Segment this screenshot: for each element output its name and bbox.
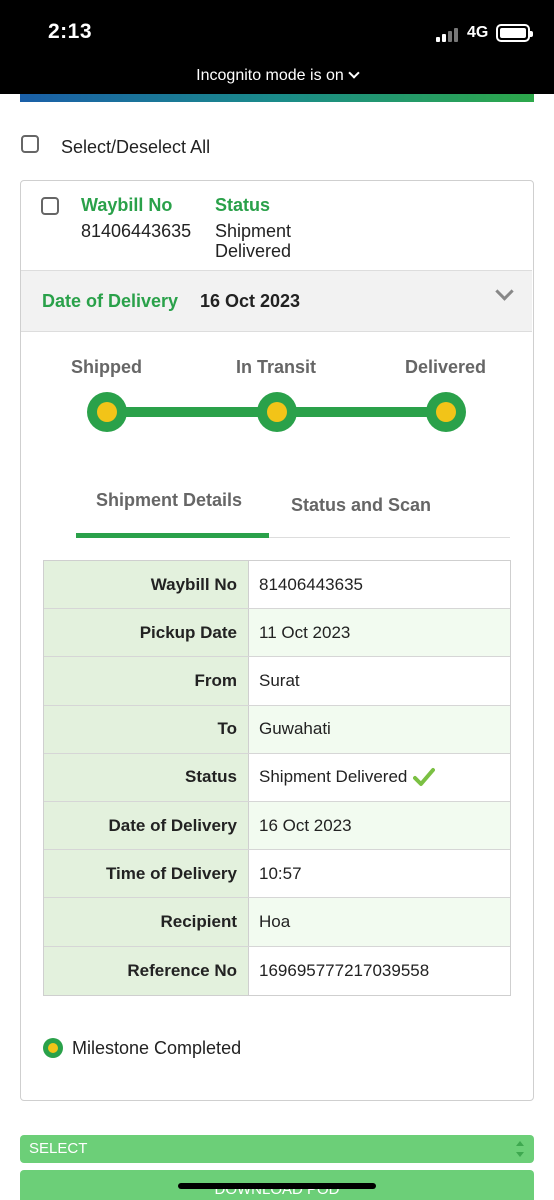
row-key: Time of Delivery: [44, 850, 249, 898]
chevron-down-icon: [348, 67, 360, 79]
header-stripe: [20, 94, 534, 102]
table-row: Time of Delivery 10:57: [44, 850, 510, 899]
row-value: 11 Oct 2023: [249, 609, 510, 657]
delivery-date-label: Date of Delivery: [42, 291, 179, 311]
step-in-transit-label: In Transit: [236, 357, 317, 377]
milestone-dot-shipped: [87, 392, 127, 432]
row-key: To: [44, 705, 249, 753]
clock: 2:13: [48, 20, 93, 43]
home-indicator[interactable]: [178, 1183, 376, 1189]
signal-icon: [436, 26, 462, 42]
row-key: Status: [44, 753, 249, 801]
table-row: Status Shipment Delivered: [44, 753, 510, 802]
table-row: To Guwahati: [44, 705, 510, 754]
status-label: Status: [215, 195, 271, 215]
status-value: Shipment Delivered: [215, 221, 292, 261]
tab-shipment-details[interactable]: Shipment Details: [96, 490, 242, 511]
table-row: Reference No 169695777217039558: [44, 946, 510, 995]
row-value: 169695777217039558: [249, 946, 510, 995]
row-value: 81406443635: [249, 561, 510, 609]
table-row: From Surat: [44, 657, 510, 706]
select-all-checkbox[interactable]: [21, 135, 39, 153]
check-icon: [413, 768, 436, 787]
row-key: Waybill No: [44, 561, 249, 609]
milestone-dot-delivered: [426, 392, 466, 432]
row-value-status: Shipment Delivered: [249, 753, 510, 801]
milestone-legend-icon: [43, 1038, 63, 1058]
milestone-dot-in-transit: [257, 392, 297, 432]
waybill-value: 81406443635: [81, 221, 192, 241]
waybill-label: Waybill No: [81, 195, 173, 215]
table-row: Recipient Hoa: [44, 898, 510, 947]
milestone-legend-label: Milestone Completed: [72, 1038, 242, 1058]
incognito-banner[interactable]: Incognito mode is on: [0, 67, 554, 85]
row-value: Shipment Delivered: [259, 767, 408, 787]
row-value: Surat: [249, 657, 510, 705]
row-key: Recipient: [44, 898, 249, 946]
row-key: Reference No: [44, 946, 249, 995]
select-all-label: Select/Deselect All: [61, 137, 211, 157]
table-row: Waybill No 81406443635: [44, 561, 510, 610]
status-bar: 2:13 4G Incognito mode is on: [0, 0, 554, 94]
row-key: Date of Delivery: [44, 801, 249, 850]
action-select-label: SELECT: [29, 1140, 88, 1157]
row-value: Guwahati: [249, 705, 510, 753]
step-delivered-label: Delivered: [405, 357, 487, 377]
shipment-card: Waybill No 81406443635 Status Shipment D…: [20, 180, 534, 1101]
active-tab-indicator: [76, 533, 269, 538]
action-select[interactable]: SELECT: [20, 1135, 534, 1163]
network-type: 4G: [467, 24, 489, 41]
incognito-label: Incognito mode is on: [196, 67, 344, 84]
delivery-date-header[interactable]: Date of Delivery 16 Oct 2023: [21, 270, 532, 332]
step-shipped-label: Shipped: [71, 357, 142, 377]
row-value: 10:57: [249, 850, 510, 898]
tab-status-and-scan[interactable]: Status and Scan: [291, 495, 431, 516]
battery-icon: [496, 24, 533, 42]
table-row: Date of Delivery 16 Oct 2023: [44, 801, 510, 851]
table-row: Pickup Date 11 Oct 2023: [44, 609, 510, 658]
delivery-date-value: 16 Oct 2023: [200, 291, 301, 311]
row-key: Pickup Date: [44, 609, 249, 657]
row-key: From: [44, 657, 249, 705]
shipment-details-table: Waybill No 81406443635 Pickup Date 11 Oc…: [43, 560, 511, 996]
row-value: Hoa: [249, 898, 510, 946]
shipment-checkbox[interactable]: [41, 197, 59, 215]
row-value: 16 Oct 2023: [249, 801, 510, 850]
select-arrows-icon: [516, 1141, 524, 1157]
chevron-down-icon[interactable]: [495, 282, 514, 301]
